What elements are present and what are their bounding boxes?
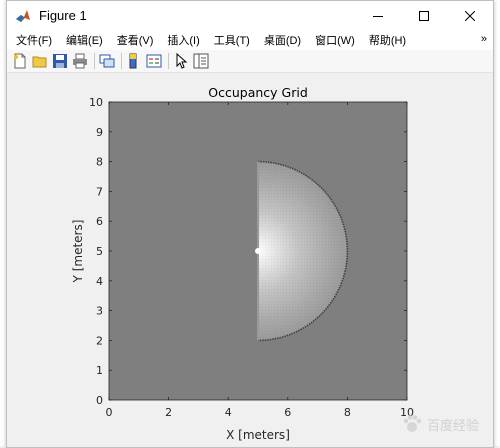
y-tick-label: 7 xyxy=(96,185,103,198)
x-tick-label: 2 xyxy=(165,406,172,419)
menu-file[interactable]: 文件(F) xyxy=(11,32,57,48)
window-title: Figure 1 xyxy=(39,8,87,23)
menu-bar: 文件(F) 编辑(E) 查看(V) 插入(I) 工具(T) 桌面(D) 窗口(W… xyxy=(7,30,493,50)
new-figure-icon xyxy=(14,53,26,69)
y-tick-label: 9 xyxy=(96,126,103,139)
matlab-logo-icon xyxy=(15,7,31,24)
y-tick-label: 1 xyxy=(96,364,103,377)
menu-insert[interactable]: 插入(I) xyxy=(162,32,204,48)
insert-legend-icon xyxy=(146,54,162,68)
x-tick-label: 4 xyxy=(225,406,232,419)
figure-canvas[interactable]: 0 2 4 6 8 10 0 1 2 3 4 5 6 7 8 9 10 Occupancy Grid X [me… xyxy=(7,73,493,447)
insert-colorbar-icon xyxy=(129,53,137,69)
menu-help[interactable]: 帮助(H) xyxy=(364,32,411,48)
print-button[interactable] xyxy=(71,52,89,70)
figure-window: Figure 1 文件(F) 编辑(E) 查看(V) 插入(I) 工具(T) 桌… xyxy=(6,0,494,448)
y-axis-label: Y [meters] xyxy=(71,220,85,284)
close-icon xyxy=(465,10,475,21)
toolbar-separator xyxy=(168,53,169,69)
y-tick-label: 2 xyxy=(96,334,103,347)
link-plot-button[interactable] xyxy=(98,52,116,70)
property-inspector-icon xyxy=(193,53,209,69)
maximize-icon xyxy=(419,10,429,21)
menu-tools[interactable]: 工具(T) xyxy=(209,32,255,48)
open-file-button[interactable] xyxy=(31,52,49,70)
toolbar-separator xyxy=(94,53,95,69)
y-tick-label: 3 xyxy=(96,305,103,318)
toolbar-separator xyxy=(121,53,122,69)
insert-legend-button[interactable] xyxy=(145,52,163,70)
x-tick-label: 0 xyxy=(106,406,113,419)
watermark-text: 百度经验 xyxy=(426,418,479,434)
plot-title: Occupancy Grid xyxy=(208,85,308,100)
print-icon xyxy=(73,53,87,69)
minimize-icon xyxy=(373,15,383,17)
y-tick-label: 4 xyxy=(96,275,103,288)
watermark: 百度经验 xyxy=(401,413,479,435)
paw-logo-icon xyxy=(403,415,422,432)
y-tick-label: 10 xyxy=(89,96,103,109)
insert-colorbar-button[interactable] xyxy=(125,52,143,70)
new-figure-button[interactable] xyxy=(11,52,29,70)
minimize-button[interactable] xyxy=(355,1,401,30)
y-tick-label: 6 xyxy=(96,215,103,228)
y-tick-label: 5 xyxy=(96,245,103,258)
x-tick-label: 6 xyxy=(284,406,291,419)
menu-view[interactable]: 查看(V) xyxy=(112,32,159,48)
link-plot-icon xyxy=(99,54,115,68)
y-tick-label: 0 xyxy=(96,394,103,407)
sensor-origin xyxy=(255,248,261,254)
figure-toolbar xyxy=(7,50,493,73)
save-icon xyxy=(53,54,67,68)
menu-desktop[interactable]: 桌面(D) xyxy=(259,32,306,48)
x-tick-label: 8 xyxy=(344,406,351,419)
menu-window[interactable]: 窗口(W) xyxy=(310,32,360,48)
save-button[interactable] xyxy=(51,52,69,70)
close-button[interactable] xyxy=(447,1,493,30)
y-tick-label: 8 xyxy=(96,156,103,169)
edit-plot-button[interactable] xyxy=(172,52,190,70)
maximize-button[interactable] xyxy=(401,1,447,30)
title-bar[interactable]: Figure 1 xyxy=(7,1,493,30)
open-file-icon xyxy=(32,56,47,68)
property-inspector-button[interactable] xyxy=(192,52,210,70)
menu-edit[interactable]: 编辑(E) xyxy=(61,32,108,48)
menu-overflow-arrow[interactable]: » xyxy=(481,33,487,45)
edit-plot-arrow-icon xyxy=(176,53,188,69)
x-axis-label: X [meters] xyxy=(226,428,290,442)
occupancy-grid-plot[interactable]: 0 2 4 6 8 10012345678910 Occupancy Grid X [me… xyxy=(7,73,493,447)
